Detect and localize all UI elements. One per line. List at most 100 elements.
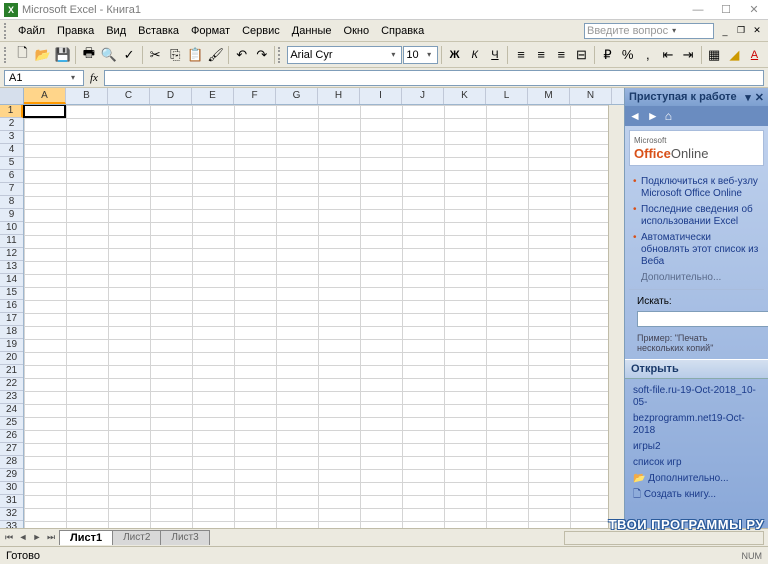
- grip-icon[interactable]: [4, 23, 8, 39]
- row-header-15[interactable]: 15: [0, 287, 23, 300]
- col-header-N[interactable]: N: [570, 88, 612, 104]
- forward-icon[interactable]: ►: [647, 109, 659, 123]
- row-header-23[interactable]: 23: [0, 391, 23, 404]
- align-left-button[interactable]: ≡: [511, 45, 530, 65]
- row-header-13[interactable]: 13: [0, 261, 23, 274]
- doc-close-button[interactable]: ✕: [750, 24, 764, 38]
- row-header-21[interactable]: 21: [0, 365, 23, 378]
- select-all-corner[interactable]: [0, 88, 24, 104]
- format-painter-button[interactable]: 🖌: [206, 45, 225, 65]
- percent-button[interactable]: %: [618, 45, 637, 65]
- home-icon[interactable]: ⌂: [665, 109, 672, 123]
- row-header-14[interactable]: 14: [0, 274, 23, 287]
- print-button[interactable]: 🖶: [79, 45, 98, 65]
- merge-button[interactable]: ⊟: [572, 45, 591, 65]
- horizontal-scrollbar[interactable]: [564, 531, 764, 545]
- menu-справка[interactable]: Справка: [375, 23, 430, 39]
- currency-button[interactable]: ₽: [598, 45, 617, 65]
- italic-button[interactable]: К: [465, 45, 484, 65]
- row-header-30[interactable]: 30: [0, 482, 23, 495]
- back-icon[interactable]: ◄: [629, 109, 641, 123]
- taskpane-link[interactable]: Последние сведения об использовании Exce…: [633, 202, 760, 230]
- sheet-tab-Лист1[interactable]: Лист1: [59, 530, 113, 545]
- close-button[interactable]: ✕: [744, 2, 764, 18]
- save-button[interactable]: 💾: [53, 45, 72, 65]
- taskpane-search-input[interactable]: [637, 311, 768, 327]
- row-header-16[interactable]: 16: [0, 300, 23, 313]
- menu-файл[interactable]: Файл: [12, 23, 51, 39]
- align-center-button[interactable]: ≡: [532, 45, 551, 65]
- col-header-E[interactable]: E: [192, 88, 234, 104]
- row-header-25[interactable]: 25: [0, 417, 23, 430]
- col-header-D[interactable]: D: [150, 88, 192, 104]
- copy-button[interactable]: ⎘: [166, 45, 185, 65]
- menu-сервис[interactable]: Сервис: [236, 23, 286, 39]
- col-header-A[interactable]: A: [24, 88, 66, 104]
- sheet-tab-Лист3[interactable]: Лист3: [160, 530, 209, 545]
- doc-restore-button[interactable]: ❐: [734, 24, 748, 38]
- undo-button[interactable]: ↶: [232, 45, 251, 65]
- tab-next-button[interactable]: ►: [30, 532, 44, 543]
- new-button[interactable]: 🗋: [13, 45, 32, 65]
- vertical-scrollbar[interactable]: [608, 105, 624, 528]
- col-header-F[interactable]: F: [234, 88, 276, 104]
- cells-area[interactable]: [24, 105, 608, 528]
- active-cell[interactable]: [23, 105, 66, 118]
- row-header-19[interactable]: 19: [0, 339, 23, 352]
- menu-вид[interactable]: Вид: [100, 23, 132, 39]
- recent-file-link[interactable]: soft-file.ru-19-Oct-2018_10-05-: [633, 383, 760, 411]
- col-header-M[interactable]: M: [528, 88, 570, 104]
- taskpane-link[interactable]: Автоматически обновлять этот список из В…: [633, 230, 760, 270]
- recent-file-link[interactable]: список игр: [633, 455, 760, 471]
- decrease-indent-button[interactable]: ⇤: [658, 45, 677, 65]
- fill-color-button[interactable]: ◢: [725, 45, 744, 65]
- borders-button[interactable]: ▦: [705, 45, 724, 65]
- row-header-11[interactable]: 11: [0, 235, 23, 248]
- bold-button[interactable]: Ж: [445, 45, 464, 65]
- grip-icon[interactable]: [4, 47, 8, 63]
- taskpane-dropdown-icon[interactable]: ▾: [745, 91, 751, 104]
- row-header-17[interactable]: 17: [0, 313, 23, 326]
- tab-last-button[interactable]: ⏭: [44, 532, 58, 543]
- col-header-C[interactable]: C: [108, 88, 150, 104]
- preview-button[interactable]: 🔍: [99, 45, 118, 65]
- col-header-L[interactable]: L: [486, 88, 528, 104]
- name-box[interactable]: A1▾: [4, 70, 84, 86]
- row-header-4[interactable]: 4: [0, 144, 23, 157]
- tab-prev-button[interactable]: ◄: [16, 532, 30, 543]
- font-color-button[interactable]: A: [745, 45, 764, 65]
- row-header-2[interactable]: 2: [0, 118, 23, 131]
- row-header-22[interactable]: 22: [0, 378, 23, 391]
- col-header-I[interactable]: I: [360, 88, 402, 104]
- row-header-8[interactable]: 8: [0, 196, 23, 209]
- menu-окно[interactable]: Окно: [338, 23, 376, 39]
- row-header-32[interactable]: 32: [0, 508, 23, 521]
- col-header-G[interactable]: G: [276, 88, 318, 104]
- col-header-J[interactable]: J: [402, 88, 444, 104]
- row-header-29[interactable]: 29: [0, 469, 23, 482]
- grip-icon[interactable]: [278, 47, 282, 63]
- row-header-6[interactable]: 6: [0, 170, 23, 183]
- row-header-12[interactable]: 12: [0, 248, 23, 261]
- underline-button[interactable]: Ч: [485, 45, 504, 65]
- recent-file-link[interactable]: игры2: [633, 439, 760, 455]
- menu-формат[interactable]: Формат: [185, 23, 236, 39]
- col-header-K[interactable]: K: [444, 88, 486, 104]
- row-header-26[interactable]: 26: [0, 430, 23, 443]
- row-header-33[interactable]: 33: [0, 521, 23, 528]
- doc-minimize-button[interactable]: _: [718, 24, 732, 38]
- row-header-27[interactable]: 27: [0, 443, 23, 456]
- taskpane-more-link[interactable]: Дополнительно...: [633, 270, 760, 285]
- spell-button[interactable]: ✓: [120, 45, 139, 65]
- row-header-10[interactable]: 10: [0, 222, 23, 235]
- row-header-18[interactable]: 18: [0, 326, 23, 339]
- row-header-9[interactable]: 9: [0, 209, 23, 222]
- col-header-H[interactable]: H: [318, 88, 360, 104]
- sheet-tab-Лист2[interactable]: Лист2: [112, 530, 161, 545]
- row-header-20[interactable]: 20: [0, 352, 23, 365]
- open-button[interactable]: 📂: [33, 45, 52, 65]
- cut-button[interactable]: ✂: [146, 45, 165, 65]
- open-more-link[interactable]: 📂 Дополнительно...: [633, 471, 760, 487]
- fx-icon[interactable]: fx: [84, 72, 104, 84]
- comma-button[interactable]: ,: [638, 45, 657, 65]
